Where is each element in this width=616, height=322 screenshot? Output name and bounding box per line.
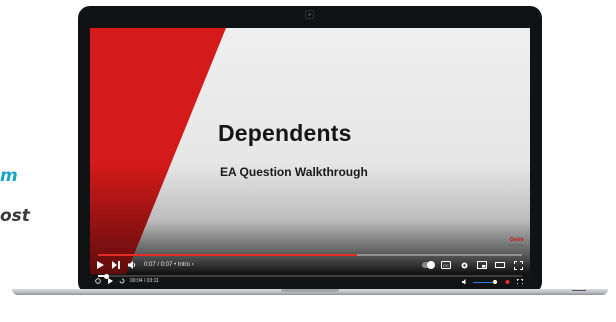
side-text-gray: ost (0, 206, 30, 226)
side-text-teal: m (0, 166, 18, 186)
video-controls-right: CC (416, 259, 524, 271)
closed-captions-icon[interactable]: CC (440, 259, 452, 271)
video-progress-bar[interactable] (98, 254, 522, 256)
video-progress-fill (98, 254, 357, 256)
miniplayer-icon[interactable] (476, 259, 488, 271)
webcam-icon (305, 10, 314, 19)
gear-icon[interactable] (458, 259, 470, 271)
video-controls: 0:07 / 0:07 • Intro › CC (90, 257, 530, 273)
replay-icon[interactable] (117, 276, 126, 284)
player-control-bar: 00:04 / 03:11 (90, 273, 530, 284)
play-icon[interactable] (105, 276, 114, 284)
chapter-time: 0:07 / 0:07 • Intro (144, 262, 190, 268)
logo-subtext: Exam Prep (509, 242, 524, 247)
play-icon[interactable] (94, 259, 106, 271)
volume-icon[interactable] (461, 278, 470, 284)
base-indicator (572, 290, 586, 291)
rewind-icon[interactable] (93, 276, 102, 284)
fullscreen-icon[interactable] (512, 259, 524, 271)
volume-icon[interactable] (126, 259, 138, 271)
base-notch (281, 289, 339, 292)
svg-text:CC: CC (443, 263, 449, 268)
player-controls-right (458, 277, 524, 284)
volume-slider[interactable] (473, 279, 497, 284)
chapter-chevron-icon[interactable]: › (192, 262, 194, 268)
laptop-screen: Dependents EA Question Walkthrough Gleim… (90, 28, 530, 284)
fullscreen-icon[interactable] (515, 278, 524, 284)
cast-icon[interactable] (503, 278, 512, 284)
video-frame[interactable]: Dependents EA Question Walkthrough Gleim… (90, 28, 530, 274)
laptop-base (12, 289, 608, 295)
player-controls: 00:04 / 03:11 (90, 277, 530, 284)
skip-next-icon[interactable] (110, 259, 122, 271)
player-time: 00:04 / 03:11 (130, 277, 159, 284)
theater-mode-icon[interactable] (494, 259, 506, 271)
gleim-logo: Gleim Exam Prep (509, 237, 524, 247)
autoplay-toggle-icon[interactable] (422, 259, 435, 271)
slide-subtitle: EA Question Walkthrough (220, 165, 368, 179)
slide-title: Dependents (218, 120, 352, 146)
